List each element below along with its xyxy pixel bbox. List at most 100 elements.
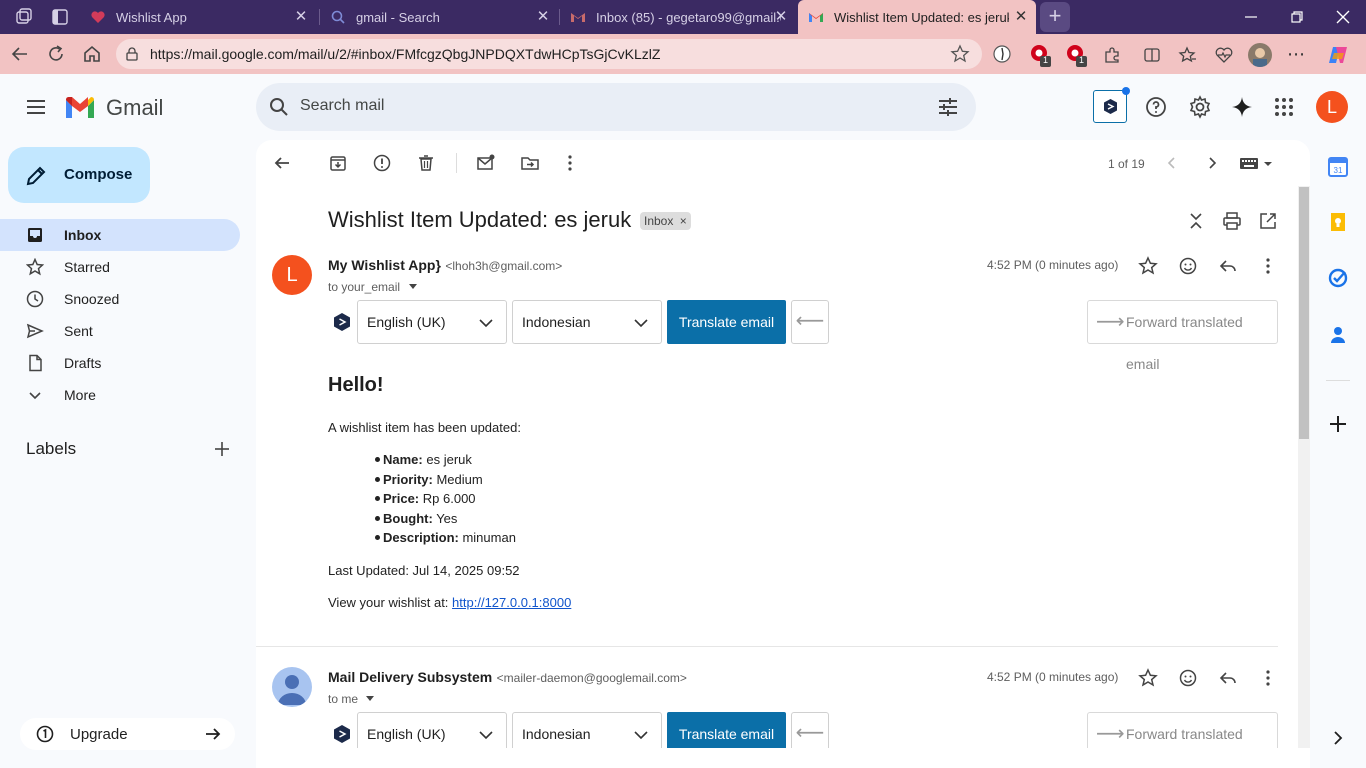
translator-extension-icon[interactable] — [1093, 87, 1130, 123]
sidebar-item-more[interactable]: More — [0, 379, 240, 411]
minimize-icon[interactable] — [1242, 8, 1260, 26]
translate-email-button[interactable]: Translate email — [667, 300, 786, 344]
reply-icon[interactable] — [1218, 256, 1238, 276]
restore-icon[interactable] — [1288, 8, 1306, 26]
older-chevron-icon[interactable] — [1204, 155, 1220, 171]
gmail-logo[interactable]: Gmail — [64, 94, 174, 122]
upgrade-button[interactable]: Upgrade — [20, 718, 235, 750]
archive-icon[interactable] — [328, 153, 348, 173]
sender-avatar[interactable] — [272, 667, 312, 707]
home-icon[interactable] — [80, 42, 104, 66]
expand-side-panel-icon[interactable] — [1328, 728, 1348, 748]
sidebar-item-starred[interactable]: Starred — [0, 251, 240, 283]
get-addons-plus-icon[interactable] — [1328, 414, 1348, 434]
search-options-icon[interactable] — [936, 95, 960, 119]
forward-translated-email-button[interactable]: ⟶ Forward translated email — [1087, 712, 1278, 748]
back-to-inbox-icon[interactable] — [272, 153, 292, 173]
gemini-sparkle-icon[interactable] — [1230, 95, 1254, 119]
mark-unread-icon[interactable] — [476, 153, 496, 173]
browser-tab-wishlist-item-updated[interactable]: Wishlist Item Updated: es jeruk - I ✕ — [798, 0, 1036, 34]
split-screen-icon[interactable] — [1142, 45, 1162, 65]
source-language-select[interactable]: English (UK) — [357, 712, 507, 748]
message-more-icon[interactable] — [1258, 668, 1278, 688]
help-icon[interactable] — [1144, 95, 1168, 119]
google-contacts-icon[interactable] — [1328, 325, 1348, 345]
copilot-icon[interactable] — [1326, 43, 1350, 67]
tab-close-icon[interactable]: ✕ — [772, 8, 790, 26]
site-info-icon[interactable] — [124, 46, 140, 62]
google-tasks-icon[interactable] — [1328, 268, 1348, 288]
recipient-details-dropdown-icon[interactable] — [366, 696, 375, 702]
add-reaction-icon[interactable] — [1178, 256, 1198, 276]
search-input[interactable]: Search mail — [300, 97, 384, 115]
more-options-icon[interactable] — [560, 153, 580, 173]
reply-icon[interactable] — [1218, 668, 1238, 688]
browser-essentials-icon[interactable] — [1214, 45, 1234, 65]
print-icon[interactable] — [1222, 211, 1242, 231]
newer-chevron-icon[interactable] — [1164, 155, 1180, 171]
favorite-star-icon[interactable] — [950, 44, 970, 64]
google-calendar-icon[interactable]: 31 — [1328, 157, 1348, 177]
adblock-extension-icon[interactable]: 1 — [1066, 44, 1088, 68]
extensions-puzzle-icon[interactable] — [1102, 45, 1122, 65]
move-to-icon[interactable] — [520, 153, 540, 173]
reload-icon[interactable] — [44, 42, 68, 66]
main-menu-icon[interactable] — [24, 95, 48, 119]
favorites-icon[interactable] — [1178, 45, 1198, 65]
sidebar-item-inbox[interactable]: Inbox — [0, 219, 240, 251]
settings-gear-icon[interactable] — [1188, 95, 1212, 119]
sender-avatar[interactable]: L — [272, 255, 312, 295]
browser-tab-inbox[interactable]: Inbox (85) - gegetaro99@gmail.c ✕ — [560, 0, 796, 34]
sender-name[interactable]: Mail Delivery Subsystem — [328, 669, 492, 685]
search-icon[interactable] — [268, 96, 290, 118]
tab-close-icon[interactable]: ✕ — [534, 8, 552, 26]
recipient-line[interactable]: to your_email — [328, 278, 417, 296]
tab-close-icon[interactable]: ✕ — [292, 8, 310, 26]
browser-tab-wishlist[interactable]: Wishlist App ✕ — [80, 0, 316, 34]
chip-label: Inbox — [644, 214, 674, 228]
account-avatar[interactable]: L — [1316, 91, 1348, 123]
sidebar-item-snoozed[interactable]: Snoozed — [0, 283, 240, 315]
forward-translated-email-button[interactable]: ⟶ Forward translated email — [1087, 300, 1278, 372]
collapse-all-icon[interactable] — [1186, 211, 1206, 231]
browser-tab-gmail-search[interactable]: gmail - Search ✕ — [320, 0, 558, 34]
sidebar-item-sent[interactable]: Sent — [0, 315, 240, 347]
tab-close-icon[interactable]: ✕ — [1012, 8, 1030, 26]
message-more-icon[interactable] — [1258, 256, 1278, 276]
inbox-label-chip[interactable]: Inbox × — [640, 212, 691, 230]
add-reaction-icon[interactable] — [1178, 668, 1198, 688]
sidebar-item-drafts[interactable]: Drafts — [0, 347, 240, 379]
scrollbar-thumb[interactable] — [1299, 187, 1309, 439]
google-keep-icon[interactable] — [1328, 212, 1348, 232]
revert-translation-button[interactable]: ⟵ — [791, 712, 829, 748]
target-language-select[interactable]: Indonesian — [512, 712, 662, 748]
chip-close-icon[interactable]: × — [680, 214, 687, 228]
adblock-extension-icon[interactable]: 1 — [1030, 44, 1052, 68]
recipient-line[interactable]: to me — [328, 690, 375, 708]
window-close-icon[interactable] — [1334, 8, 1352, 26]
open-new-window-icon[interactable] — [1258, 211, 1278, 231]
detail-label: Bought: — [383, 511, 433, 526]
report-spam-icon[interactable] — [372, 153, 392, 173]
browser-menu-icon[interactable]: ⋯ — [1286, 45, 1306, 65]
recipient-details-dropdown-icon[interactable] — [408, 284, 417, 290]
translate-email-button[interactable]: Translate email — [667, 712, 786, 748]
star-icon[interactable] — [1138, 256, 1158, 276]
back-icon[interactable] — [8, 42, 32, 66]
apps-grid-icon[interactable] — [1274, 97, 1294, 117]
star-icon[interactable] — [1138, 668, 1158, 688]
tab-actions-icon[interactable] — [50, 7, 70, 27]
wishlist-favicon-icon — [91, 11, 105, 23]
sender-name[interactable]: My Wishlist App} — [328, 257, 441, 273]
extension-icon[interactable] — [992, 44, 1012, 64]
new-tab-button[interactable]: + — [1040, 2, 1070, 32]
target-language-select[interactable]: Indonesian — [512, 300, 662, 344]
workspaces-icon[interactable] — [14, 7, 34, 27]
profile-avatar[interactable] — [1248, 43, 1272, 67]
source-language-select[interactable]: English (UK) — [357, 300, 507, 344]
add-label-icon[interactable] — [212, 439, 232, 459]
wishlist-link[interactable]: http://127.0.0.1:8000 — [452, 595, 571, 610]
revert-translation-button[interactable]: ⟵ — [791, 300, 829, 344]
input-tools-keyboard-icon[interactable] — [1240, 157, 1274, 171]
delete-icon[interactable] — [416, 153, 436, 173]
